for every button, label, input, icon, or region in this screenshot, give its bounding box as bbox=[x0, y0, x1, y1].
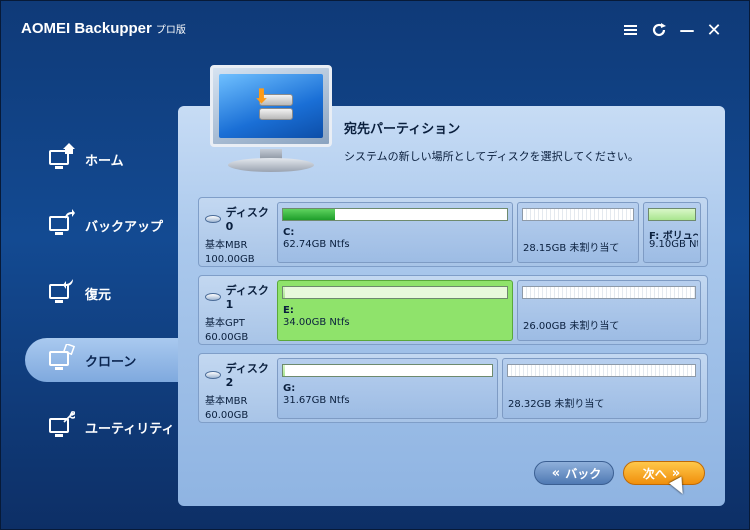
app-title-text: AOMEI Backupper bbox=[21, 20, 152, 37]
minimize-button[interactable]: — bbox=[678, 21, 696, 39]
disk-row-0: ディスク 0 基本MBR 100.00GB C: 62.74GB Ntfs 28… bbox=[198, 197, 708, 267]
disk-icon bbox=[205, 370, 221, 379]
disk-info: ディスク 2 基本MBR 60.00GB bbox=[205, 360, 279, 421]
app-window: AOMEI Backupper プロ版 — ✕ ホーム バックアップ 復元 クロ… bbox=[0, 0, 750, 530]
sidebar-item-utilities[interactable]: ユーティリティ bbox=[25, 405, 177, 449]
back-button-label: バック bbox=[565, 466, 602, 481]
disk-name: ディスク 2 bbox=[225, 362, 269, 389]
partition-size: 31.67GB Ntfs bbox=[283, 395, 350, 406]
sidebar-item-clone[interactable]: クローン bbox=[25, 338, 185, 382]
partition-size: 62.74GB Ntfs bbox=[283, 239, 350, 250]
partition-g[interactable]: G: 31.67GB Ntfs bbox=[277, 358, 498, 419]
partition-label: E: bbox=[283, 305, 294, 316]
partition-size: 9.10GB Ntfs bbox=[649, 239, 698, 250]
next-button-label: 次へ bbox=[642, 466, 667, 481]
sidebar-item-label: クローン bbox=[85, 354, 137, 370]
disk-name: ディスク 1 bbox=[225, 284, 269, 311]
menu-icon[interactable] bbox=[621, 21, 639, 39]
partition-c[interactable]: C: 62.74GB Ntfs bbox=[277, 202, 513, 263]
sidebar-item-home[interactable]: ホーム bbox=[25, 137, 177, 181]
partition-label: C: bbox=[283, 227, 295, 238]
partition-unallocated[interactable]: 28.15GB 未割り当て bbox=[517, 202, 639, 263]
back-button[interactable]: « バック bbox=[534, 461, 614, 485]
app-title: AOMEI Backupper プロ版 bbox=[21, 20, 186, 37]
disk-row-1: ディスク 1 基本GPT 60.00GB E: 34.00GB Ntfs 26.… bbox=[198, 275, 708, 345]
partition-size: 28.15GB 未割り当て bbox=[523, 243, 620, 254]
clone-hero-illustration: ⬇ bbox=[206, 61, 336, 176]
sidebar-item-label: ホーム bbox=[85, 153, 124, 169]
disk-type: 基本MBR bbox=[205, 240, 248, 251]
tools-monitor-icon bbox=[47, 411, 75, 440]
disk-row-2: ディスク 2 基本MBR 60.00GB G: 31.67GB Ntfs 28.… bbox=[198, 353, 708, 423]
partition-unallocated[interactable]: 26.00GB 未割り当て bbox=[517, 280, 701, 341]
sidebar-item-label: 復元 bbox=[85, 287, 112, 303]
partition-unallocated[interactable]: 28.32GB 未割り当て bbox=[502, 358, 701, 419]
sidebar-item-backup[interactable]: バックアップ bbox=[25, 203, 177, 247]
sidebar-item-label: ユーティリティ bbox=[85, 421, 175, 437]
partition-label: G: bbox=[283, 383, 296, 394]
disk-size: 100.00GB bbox=[205, 254, 255, 265]
download-arrow-icon: ⬇ bbox=[253, 84, 270, 108]
disk-icon bbox=[205, 214, 221, 223]
clone-monitor-icon bbox=[47, 344, 75, 373]
next-button[interactable]: 次へ» bbox=[623, 461, 705, 485]
app-edition: プロ版 bbox=[155, 25, 186, 36]
partition-e[interactable]: E: 34.00GB Ntfs bbox=[277, 280, 513, 341]
disk-icon bbox=[205, 292, 221, 301]
hard-drive-icon: ⬇ bbox=[253, 84, 297, 124]
backup-monitor-icon bbox=[47, 209, 75, 238]
partition-f[interactable]: F: ボリュ～ム 9.10GB Ntfs bbox=[643, 202, 701, 263]
disk-size: 60.00GB bbox=[205, 332, 249, 343]
disk-type: 基本GPT bbox=[205, 318, 245, 329]
restore-monitor-icon bbox=[47, 279, 73, 306]
disk-name: ディスク 0 bbox=[225, 206, 269, 233]
partition-size: 28.32GB 未割り当て bbox=[508, 399, 605, 410]
disk-type: 基本MBR bbox=[205, 396, 248, 407]
refresh-icon[interactable] bbox=[650, 21, 668, 39]
partition-size: 34.00GB Ntfs bbox=[283, 317, 350, 328]
title-bar: AOMEI Backupper プロ版 — ✕ bbox=[1, 1, 749, 57]
disk-size: 60.00GB bbox=[205, 410, 249, 421]
home-monitor-icon bbox=[47, 143, 75, 172]
page-title: 宛先パーティション bbox=[344, 122, 461, 137]
sidebar-item-restore[interactable]: 復元 bbox=[25, 271, 177, 315]
page-description: システムの新しい場所としてディスクを選択してください。 bbox=[344, 150, 639, 163]
double-chevron-left-icon: « bbox=[551, 465, 561, 481]
disk-info: ディスク 1 基本GPT 60.00GB bbox=[205, 282, 279, 343]
close-button[interactable]: ✕ bbox=[705, 20, 723, 41]
partition-size: 26.00GB 未割り当て bbox=[523, 321, 620, 332]
disk-info: ディスク 0 基本MBR 100.00GB bbox=[205, 204, 279, 265]
sidebar-item-label: バックアップ bbox=[85, 219, 164, 235]
